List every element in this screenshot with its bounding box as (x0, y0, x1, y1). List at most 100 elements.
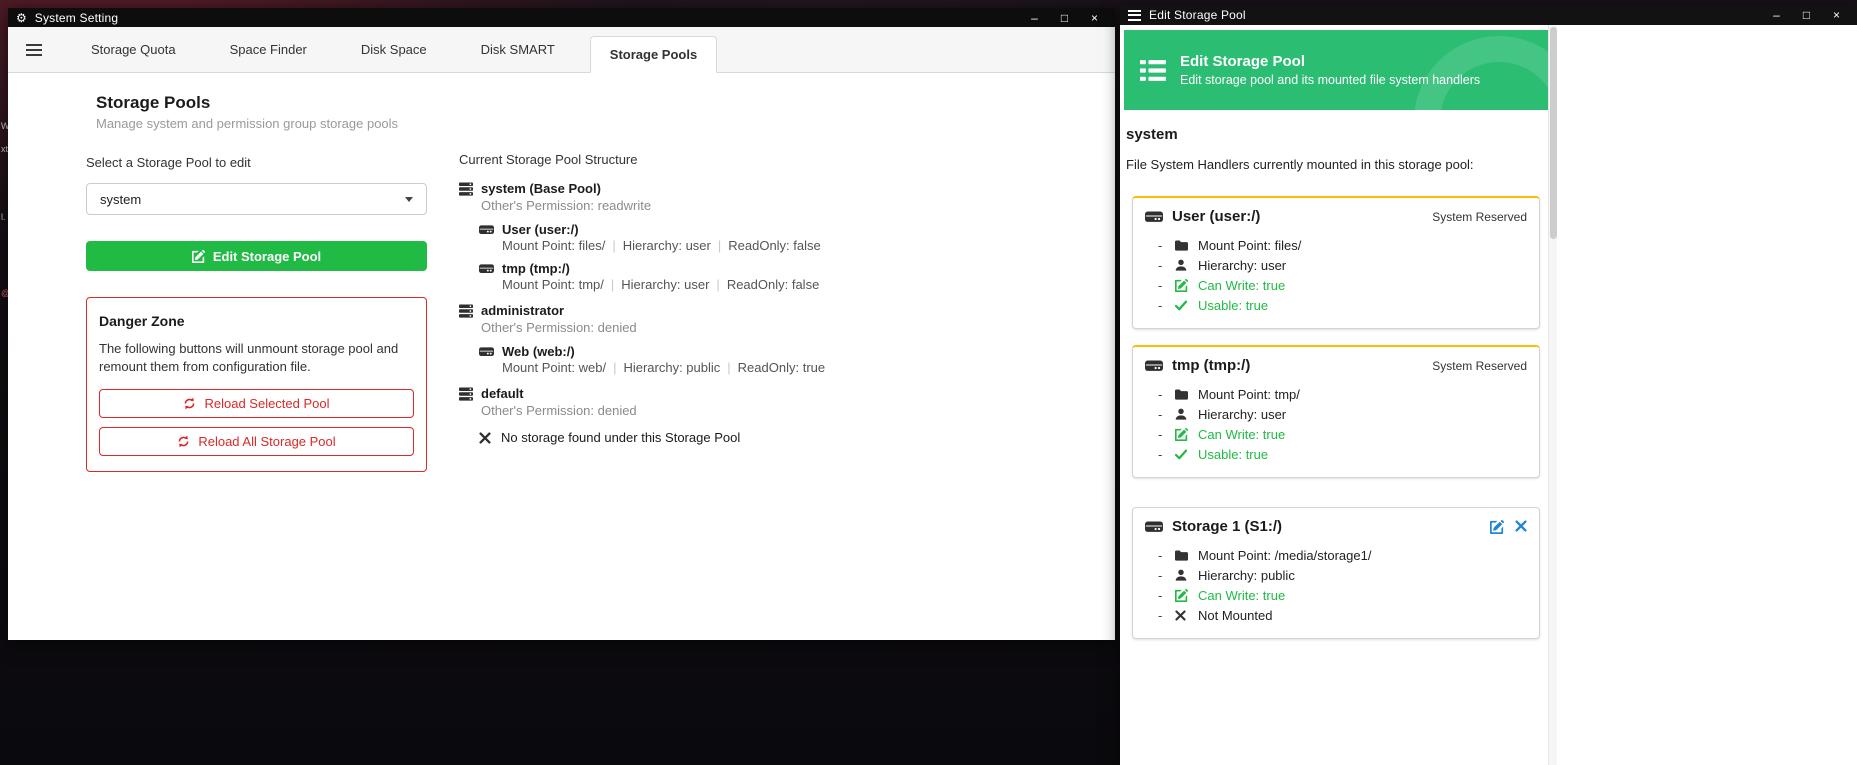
edit-handler-button[interactable] (1490, 520, 1504, 534)
handler-card: tmp (tmp:/) System Reserved - Mount Point… (1132, 345, 1540, 478)
desktop-icon-label[interactable]: xt (1, 144, 8, 154)
handlers-description: File System Handlers currently mounted i… (1126, 157, 1548, 172)
handler-card: User (user:/) System Reserved - Mount Poi… (1132, 196, 1540, 329)
user-icon (1175, 408, 1198, 420)
separator: | (716, 277, 719, 292)
close-button[interactable]: × (1088, 12, 1101, 24)
edit-storage-pool-button[interactable]: Edit Storage Pool (86, 241, 427, 271)
readonly: ReadOnly: false (727, 277, 820, 292)
row-text: Can Write: true (1198, 588, 1285, 603)
hdd-icon (1145, 520, 1163, 533)
system-setting-window: ⚙ System Setting – □ × Storage Quota Spa… (8, 8, 1115, 640)
bullet: - (1158, 447, 1175, 462)
handler-card: Storage 1 (S1:/) -Mount Point: /media/st… (1132, 507, 1540, 639)
separator: | (727, 360, 730, 375)
mount-point: Mount Point: tmp/ (502, 277, 604, 292)
row-text: Mount Point: files/ (1198, 238, 1301, 253)
page-title: Storage Pools (96, 93, 427, 113)
storage-name: Web (web:/) (502, 344, 575, 359)
pool-item: administrator Other's Permission: denied… (459, 303, 1091, 375)
system-setting-titlebar: ⚙ System Setting – □ × (8, 8, 1115, 27)
bullet: - (1158, 238, 1175, 253)
tab-disk-space[interactable]: Disk Space (342, 27, 446, 72)
menu-icon[interactable] (26, 41, 42, 59)
hdd-icon (479, 224, 494, 235)
tab-storage-quota[interactable]: Storage Quota (72, 27, 195, 72)
maximize-button[interactable]: □ (1058, 12, 1071, 24)
remove-handler-button[interactable] (1515, 520, 1527, 534)
storage-pool-tree: system (Base Pool) Other's Permission: r… (459, 181, 1091, 445)
minimize-button[interactable]: – (1028, 12, 1041, 24)
tab-disk-smart[interactable]: Disk SMART (462, 27, 574, 72)
banner-watermark (1414, 36, 1548, 110)
editing-pool-name: system (1126, 126, 1548, 143)
separator: | (611, 277, 614, 292)
readonly: ReadOnly: false (728, 238, 821, 253)
row-text: Hierarchy: user (1198, 258, 1286, 273)
handler-row: - Mount Point: files/ (1145, 235, 1527, 255)
storage-pool-select[interactable]: system (86, 183, 427, 215)
reload-all-pool-button[interactable]: Reload All Storage Pool (99, 427, 414, 456)
row-text: Usable: true (1198, 298, 1268, 313)
storage-item: Web (web:/) Mount Point: web/|Hierarchy:… (479, 344, 1091, 375)
server-icon (459, 182, 473, 196)
separator: | (718, 238, 721, 253)
desktop-icon-label[interactable]: l. (1, 212, 6, 222)
storage-details: Mount Point: files/|Hierarchy: user|Read… (502, 238, 1091, 253)
mount-point: Mount Point: files/ (502, 238, 605, 253)
tab-storage-pools[interactable]: Storage Pools (590, 36, 717, 73)
handler-row: - Usable: true (1145, 444, 1527, 464)
minimize-button[interactable]: – (1770, 9, 1783, 21)
select-pool-label: Select a Storage Pool to edit (86, 155, 427, 170)
folder-icon (1175, 550, 1198, 561)
edit-storage-pool-window: Edit Storage Pool – □ × Edit Storage Poo… (1120, 5, 1857, 765)
handler-header: User (user:/) System Reserved (1145, 208, 1527, 225)
pool-header: system (Base Pool) (459, 181, 1091, 196)
empty-pool-message: No storage found under this Storage Pool (479, 430, 1091, 445)
pool-edit-column: Storage Pools Manage system and permissi… (86, 73, 427, 472)
row-text: Usable: true (1198, 447, 1268, 462)
close-button[interactable]: × (1830, 9, 1843, 21)
hierarchy: Hierarchy: user (621, 277, 709, 292)
tab-space-finder[interactable]: Space Finder (211, 27, 326, 72)
reload-selected-pool-button[interactable]: Reload Selected Pool (99, 389, 414, 418)
storage-item: User (user:/) Mount Point: files/|Hierar… (479, 222, 1091, 253)
row-text: Hierarchy: public (1198, 568, 1295, 583)
maximize-button[interactable]: □ (1800, 9, 1813, 21)
times-icon (479, 432, 491, 444)
row-text: Can Write: true (1198, 427, 1285, 442)
edit-pool-titlebar: Edit Storage Pool – □ × (1120, 5, 1857, 25)
scrollbar[interactable] (1548, 25, 1557, 765)
hierarchy: Hierarchy: public (623, 360, 720, 375)
storage-header: tmp (tmp:/) (479, 261, 1091, 276)
edit-pool-banner: Edit Storage Pool Edit storage pool and … (1124, 30, 1548, 110)
reload-all-label: Reload All Storage Pool (198, 434, 335, 449)
handler-name: Storage 1 (S1:/) (1172, 518, 1282, 535)
pool-permission: Other's Permission: denied (481, 320, 1091, 335)
separator: | (613, 360, 616, 375)
server-icon (459, 304, 473, 318)
storage-header: User (user:/) (479, 222, 1091, 237)
check-icon (1175, 449, 1198, 460)
server-icon (459, 387, 473, 401)
hdd-icon (479, 263, 494, 274)
check-icon (1175, 300, 1198, 311)
bullet: - (1158, 387, 1175, 402)
scrollbar-thumb[interactable] (1550, 27, 1557, 239)
bullet: - (1158, 608, 1175, 623)
handler-row: -Mount Point: /media/storage1/ (1145, 545, 1527, 565)
bullet: - (1158, 278, 1175, 293)
edit-button-label: Edit Storage Pool (213, 249, 321, 264)
tasks-icon (1140, 60, 1166, 81)
window-controls: – □ × (1770, 9, 1849, 21)
edit-icon (1175, 589, 1198, 602)
edit-icon (1175, 428, 1198, 441)
danger-zone-panel: Danger Zone The following buttons will u… (86, 297, 427, 472)
readonly: ReadOnly: true (738, 360, 825, 375)
settings-content: Storage Pools Manage system and permissi… (8, 73, 1115, 639)
edit-icon (1175, 279, 1198, 292)
handler-row: -Hierarchy: user (1145, 255, 1527, 275)
row-text: Mount Point: tmp/ (1198, 387, 1300, 402)
handler-rows: -Mount Point: /media/storage1/ - Hierarch… (1145, 545, 1527, 625)
handler-header: tmp (tmp:/) System Reserved (1145, 357, 1527, 374)
